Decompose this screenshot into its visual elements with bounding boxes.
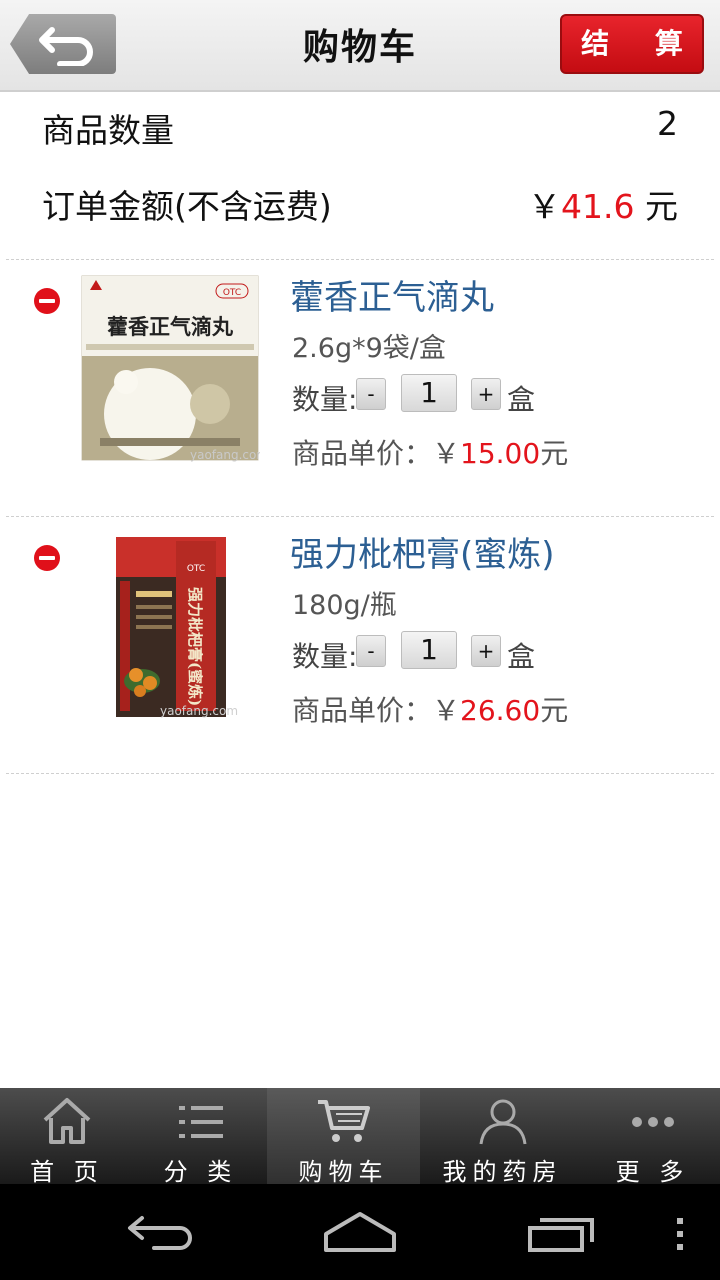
quantity-decrease-button[interactable]: - [356, 378, 386, 410]
item-count-row: 商品数量 2 [42, 104, 678, 160]
item-name[interactable]: 藿香正气滴丸 [290, 270, 494, 319]
item-count-value: 2 [657, 104, 678, 143]
product-image: OTC 强力枇杷膏(蜜炼) yaofang.com [116, 537, 238, 718]
more-icon [631, 1117, 674, 1127]
item-spec: 180g/瓶 [292, 590, 397, 621]
quantity-field[interactable]: 1 [401, 631, 457, 669]
order-total-value: ￥41.6 元 [528, 180, 678, 228]
svg-text:OTC: OTC [223, 288, 241, 298]
quantity-field[interactable]: 1 [401, 374, 457, 412]
nav-label: 更 多 [615, 1158, 690, 1186]
unit-price-value: 15.00 [460, 437, 541, 470]
system-recents-icon[interactable] [526, 1214, 598, 1254]
cart-icon [317, 1100, 370, 1142]
nav-label: 我的药房 [442, 1158, 563, 1186]
divider [6, 773, 714, 774]
quantity-increase-button[interactable]: + [471, 378, 501, 410]
nav-home[interactable]: 首 页 [0, 1088, 134, 1186]
nav-label: 购物车 [298, 1158, 389, 1186]
unit-price: 商品单价：￥15.00元 [292, 432, 568, 472]
cart-item: OTC 藿香正气滴丸 yaofang.com 藿香正气滴丸 2.6g*9袋/盒 … [0, 260, 720, 516]
bottom-nav: 首 页 分 类 购物车 我的药房 更 多 [0, 1088, 720, 1186]
unit-price-label: 商品单价：￥ [292, 694, 461, 727]
unit-price-value: 26.60 [460, 694, 541, 727]
currency-symbol: ￥ [528, 187, 562, 226]
svg-text:强力枇杷膏(蜜炼): 强力枇杷膏(蜜炼) [186, 587, 204, 706]
system-menu-icon[interactable] [672, 1216, 688, 1252]
top-bar: 购物车 结 算 [0, 0, 720, 92]
svg-text:yaofang.com: yaofang.com [190, 448, 260, 462]
svg-text:藿香正气滴丸: 藿香正气滴丸 [107, 314, 234, 339]
quantity-unit: 盒 [507, 640, 536, 673]
svg-text:yaofang.com: yaofang.com [160, 704, 238, 718]
nav-my-pharmacy[interactable]: 我的药房 [420, 1088, 585, 1186]
order-total-amount: 41.6 [561, 187, 635, 226]
nav-label: 首 页 [30, 1158, 104, 1186]
svg-text:OTC: OTC [187, 564, 205, 574]
checkout-button[interactable]: 结 算 [560, 14, 704, 74]
nav-cart[interactable]: 购物车 [267, 1088, 420, 1186]
nav-category[interactable]: 分 类 [134, 1088, 267, 1186]
nav-label: 分 类 [163, 1158, 238, 1186]
unit-price-unit: 元 [540, 694, 569, 727]
remove-icon[interactable] [34, 288, 60, 314]
quantity-unit: 盒 [507, 383, 536, 416]
system-home-icon[interactable] [322, 1210, 398, 1254]
order-total-row: 订单金额(不含运费) ￥41.6 元 [42, 180, 678, 236]
home-icon [43, 1098, 91, 1144]
system-nav-bar [0, 1184, 720, 1280]
unit-price-unit: 元 [540, 437, 569, 470]
item-name[interactable]: 强力枇杷膏(蜜炼) [290, 527, 555, 576]
user-icon [479, 1099, 526, 1145]
system-back-icon[interactable] [124, 1212, 196, 1252]
quantity-label: 数量: [292, 640, 358, 673]
quantity-label: 数量: [292, 383, 358, 416]
unit-price-label: 商品单价：￥ [292, 437, 461, 470]
order-total-unit: 元 [645, 187, 678, 226]
item-count-label: 商品数量 [42, 111, 174, 150]
cart-item: OTC 强力枇杷膏(蜜炼) yaofang.com 强力枇杷膏(蜜炼) 180g… [0, 517, 720, 773]
order-total-label: 订单金额(不含运费) [42, 187, 332, 226]
quantity-decrease-button[interactable]: - [356, 635, 386, 667]
list-icon [178, 1106, 223, 1138]
quantity-increase-button[interactable]: + [471, 635, 501, 667]
product-image: OTC 藿香正气滴丸 yaofang.com [81, 275, 260, 462]
remove-icon[interactable] [34, 545, 60, 571]
item-spec: 2.6g*9袋/盒 [292, 333, 446, 364]
nav-more[interactable]: 更 多 [585, 1088, 720, 1186]
unit-price: 商品单价：￥26.60元 [292, 689, 568, 729]
